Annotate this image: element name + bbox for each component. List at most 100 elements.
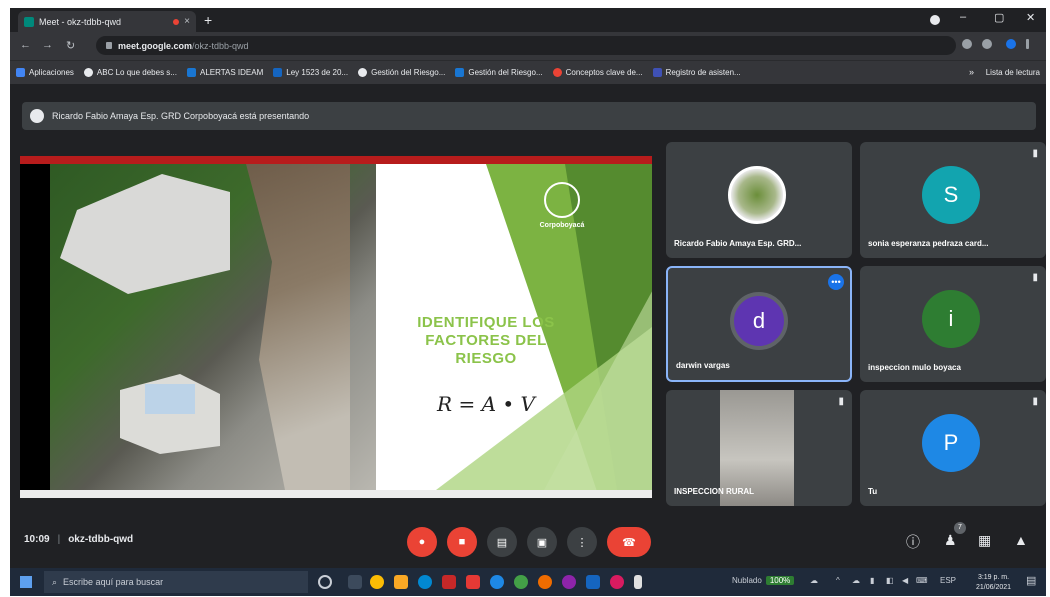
edge-icon[interactable] <box>418 575 432 589</box>
tab-title: Meet - okz-tdbb-qwd <box>39 16 122 27</box>
bookmark-favicon-icon <box>358 68 368 77</box>
meet-favicon-icon <box>24 16 34 27</box>
taskbar-search-box[interactable]: ⌕ Escribe aquí para buscar <box>44 571 308 593</box>
bookmark-item[interactable]: ALERTAS IDEAM <box>186 68 263 77</box>
minimize-button[interactable]: – <box>960 11 966 23</box>
chat-icon[interactable]: ▦ <box>978 532 991 549</box>
participant-tile[interactable]: ▮ S sonia esperanza pedraza card... <box>860 142 1046 258</box>
close-window-button[interactable]: ✕ <box>1026 11 1035 24</box>
mic-muted-icon: ▮ <box>1032 272 1038 283</box>
app-icon[interactable] <box>490 575 504 589</box>
menu-icon[interactable] <box>1026 39 1029 49</box>
tray-expand-icon[interactable]: ^ <box>836 576 840 585</box>
participant-name: Tu <box>868 487 878 496</box>
slide-title: IDENTIFIQUE LOS FACTORES DEL RIESGO <box>417 314 555 367</box>
participant-tile[interactable]: ▮ i inspeccion mulo boyaca <box>860 266 1046 382</box>
participant-name: INSPECCION RURAL <box>674 487 755 496</box>
mic-toggle-button[interactable]: ● <box>407 527 437 557</box>
activities-icon[interactable]: ▲ <box>1014 532 1028 548</box>
bookmarks-more-button[interactable]: » <box>969 67 974 77</box>
captions-button[interactable]: ▤ <box>487 527 517 557</box>
bookmark-item[interactable]: ABC Lo que debes s... <box>83 68 177 77</box>
url-host: meet.google.com <box>118 40 193 51</box>
search-icon: ⌕ <box>52 576 58 587</box>
present-button[interactable]: ▣ <box>527 527 557 557</box>
bookmark-item[interactable]: Aplicaciones <box>16 68 74 77</box>
water-tank-roof <box>145 384 195 414</box>
participant-tile[interactable]: Ricardo Fabio Amaya Esp. GRD... <box>666 142 852 258</box>
participant-avatar: i <box>922 290 980 348</box>
bookmark-favicon-icon <box>83 68 93 77</box>
app-icon[interactable] <box>634 575 642 589</box>
participant-tile-self[interactable]: ▮ P Tu <box>860 390 1046 506</box>
tab-close-icon[interactable]: × <box>184 16 190 27</box>
camera-toggle-button[interactable]: ■ <box>447 527 477 557</box>
presenter-text: Ricardo Fabio Amaya Esp. GRD Corpoboyacá… <box>52 111 310 121</box>
cortana-icon[interactable] <box>318 575 332 589</box>
participant-tile[interactable]: ▮ INSPECCION RURAL <box>666 390 852 506</box>
task-view-icon[interactable] <box>348 575 362 589</box>
taskbar-clock[interactable]: 3:19 p. m. 21/06/2021 <box>976 573 1011 593</box>
people-icon[interactable]: ♟ <box>944 532 957 549</box>
bookmark-item[interactable]: Conceptos clave de... <box>552 68 643 77</box>
bookmark-favicon-icon <box>186 68 196 77</box>
volume-level: 100% <box>765 576 795 585</box>
meeting-time: 10:09 <box>24 534 50 545</box>
tab-meet[interactable]: Meet - okz-tdbb-qwd × <box>18 11 196 32</box>
slide-content: Corpoboyacá IDENTIFIQUE LOS FACTORES DEL… <box>376 164 652 490</box>
meeting-code: okz-tdbb-qwd <box>68 534 134 545</box>
app-icon[interactable] <box>514 575 528 589</box>
bookmark-item[interactable]: Gestión del Riesgo... <box>455 68 543 77</box>
camera-indicator-icon[interactable] <box>962 39 972 49</box>
participant-tile-active[interactable]: ••• d darwin vargas <box>666 266 852 382</box>
firefox-icon[interactable] <box>538 575 552 589</box>
meeting-info: 10:09 | okz-tdbb-qwd <box>24 534 133 545</box>
new-tab-button[interactable]: + <box>204 12 212 28</box>
bookmark-favicon-icon <box>552 68 562 77</box>
clock-time: 3:19 p. m. <box>977 574 1010 581</box>
leave-call-button[interactable]: ☎ <box>607 527 651 557</box>
meeting-info-separator: | <box>57 534 61 545</box>
app-icon[interactable] <box>466 575 480 589</box>
language-indicator[interactable]: ESP <box>940 576 956 585</box>
battery-icon[interactable]: ▮ <box>870 576 874 585</box>
clock-date: 21/06/2021 <box>976 584 1012 591</box>
camera-off-icon: ■ <box>458 536 466 548</box>
windows-start-icon[interactable] <box>20 576 32 588</box>
back-button[interactable]: ← <box>20 39 31 51</box>
apps-icon <box>16 68 25 77</box>
reload-button[interactable]: ↻ <box>66 39 75 52</box>
onedrive-icon[interactable]: ☁ <box>852 576 860 585</box>
file-explorer-icon[interactable] <box>394 575 408 589</box>
participant-photo-avatar <box>728 166 786 224</box>
bookmark-item[interactable]: Ley 1523 de 20... <box>273 68 348 77</box>
app-icon[interactable] <box>610 575 624 589</box>
notifications-icon[interactable]: ▤ <box>1026 574 1036 587</box>
forward-button[interactable]: → <box>42 39 53 51</box>
profile-icon[interactable] <box>930 15 940 25</box>
star-icon[interactable] <box>982 39 992 49</box>
participant-avatar: S <box>922 166 980 224</box>
reading-list-button[interactable]: Lista de lectura <box>986 68 1040 77</box>
participant-name: inspeccion mulo boyaca <box>868 363 961 372</box>
presentation-slide: Corpoboyacá IDENTIFIQUE LOS FACTORES DEL… <box>20 156 652 498</box>
account-avatar-icon[interactable] <box>1006 39 1016 49</box>
more-options-button[interactable]: ⋮ <box>567 527 597 557</box>
app-icon[interactable] <box>586 575 600 589</box>
meeting-details-icon[interactable]: ⓘ <box>906 532 920 552</box>
weather-cloud-icon[interactable]: ☁ <box>810 576 818 585</box>
app-icon[interactable] <box>442 575 456 589</box>
bookmark-item[interactable]: Registro de asisten... <box>652 68 741 77</box>
chrome-icon[interactable] <box>370 575 384 589</box>
captions-icon: ▤ <box>496 536 508 549</box>
bookmark-item[interactable]: Gestión del Riesgo... <box>358 68 445 77</box>
app-icon[interactable] <box>562 575 576 589</box>
keyboard-icon[interactable]: ⌨ <box>916 576 928 585</box>
address-bar[interactable]: meet.google.com/okz-tdbb-qwd <box>96 36 956 55</box>
slide-window-statusbar <box>20 490 652 498</box>
maximize-button[interactable]: ▢ <box>994 11 1004 24</box>
speaker-icon[interactable]: ◀ <box>902 576 908 585</box>
weather-widget[interactable]: Nublado 100% <box>732 576 795 585</box>
network-icon[interactable]: ◧ <box>886 576 894 585</box>
windows-taskbar: ⌕ Escribe aquí para buscar Nublado 100% … <box>10 568 1046 596</box>
